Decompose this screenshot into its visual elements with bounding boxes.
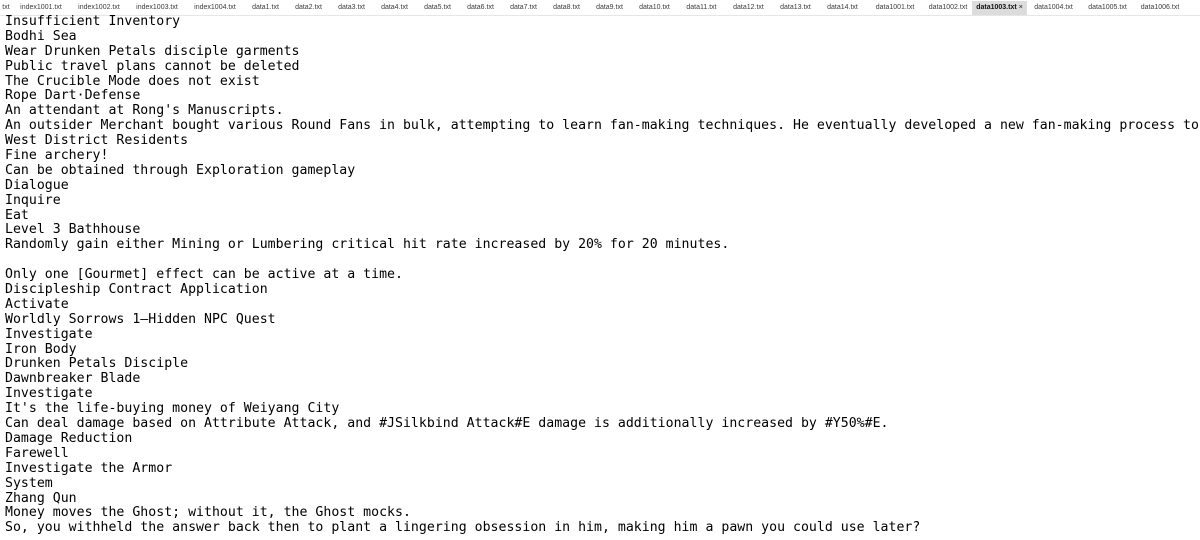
tab-label: data1004.txt xyxy=(1034,4,1073,11)
tab-data9-txt[interactable]: data9.txt xyxy=(588,1,631,15)
text-line: An attendant at Rong's Manuscripts. xyxy=(5,103,284,119)
tab-label: data8.txt xyxy=(553,4,580,11)
tab-data4-txt[interactable]: data4.txt xyxy=(373,1,416,15)
close-icon[interactable]: × xyxy=(1019,4,1023,11)
tab-data2-txt[interactable]: data2.txt xyxy=(287,1,330,15)
tab-label: index1004.txt xyxy=(194,4,236,11)
text-line: Iron Body xyxy=(5,341,77,357)
tab-data5-txt[interactable]: data5.txt xyxy=(416,1,459,15)
tab-label: index1003.txt xyxy=(136,4,178,11)
tab-label: data9.txt xyxy=(596,4,623,11)
text-line: Farewell xyxy=(5,445,69,461)
text-line: Dawnbreaker Blade xyxy=(5,371,141,387)
text-line: Damage Reduction xyxy=(5,430,133,446)
tab-data1-txt[interactable]: data1.txt xyxy=(244,1,287,15)
text-line: Insufficient Inventory xyxy=(5,15,181,29)
tab-data1003-txt[interactable]: data1003.txt × xyxy=(972,1,1027,15)
tab-txt[interactable]: txt xyxy=(0,1,12,15)
tab-data1004-txt[interactable]: data1004.txt xyxy=(1027,1,1080,15)
text-line: Inquire xyxy=(5,192,61,208)
tab-label: data1003.txt xyxy=(976,4,1017,11)
text-line: Discipleship Contract Application xyxy=(5,282,268,298)
text-line: Randomly gain either Mining or Lumbering… xyxy=(5,237,730,253)
text-line: System xyxy=(5,475,53,491)
text-line: Drunken Petals Disciple xyxy=(5,356,189,372)
tab-index1001-txt[interactable]: index1001.txt xyxy=(12,1,70,15)
text-line: Fine archery! xyxy=(5,148,109,164)
text-line: Dialogue xyxy=(5,177,69,193)
tab-index1003-txt[interactable]: index1003.txt xyxy=(128,1,186,15)
tab-label: data6.txt xyxy=(467,4,494,11)
tab-label: data7.txt xyxy=(510,4,537,11)
text-line: Activate xyxy=(5,296,69,312)
tab-label: data4.txt xyxy=(381,4,408,11)
text-line: Zhang Qun xyxy=(5,490,77,506)
tab-label: txt xyxy=(2,4,10,11)
tab-data10-txt[interactable]: data10.txt xyxy=(631,1,678,15)
tab-index1002-txt[interactable]: index1002.txt xyxy=(70,1,128,15)
text-line: Worldly Sorrows 1—Hidden NPC Quest xyxy=(5,311,276,327)
tab-data8-txt[interactable]: data8.txt xyxy=(545,1,588,15)
text-line: Only one [Gourmet] effect can be active … xyxy=(5,267,403,283)
text-line: Public travel plans cannot be deleted xyxy=(5,58,300,74)
tab-data13-txt[interactable]: data13.txt xyxy=(772,1,819,15)
tab-label: data14.txt xyxy=(827,4,858,11)
tab-data1001-txt[interactable]: data1001.txt xyxy=(866,1,924,15)
text-line: An outsider Merchant bought various Roun… xyxy=(5,118,1200,134)
tab-bar: txt index1001.txt index1002.txt index1003.t… xyxy=(0,0,1200,16)
tab-data1002-txt[interactable]: data1002.txt xyxy=(924,1,972,15)
tab-data1005-txt[interactable]: data1005.txt xyxy=(1080,1,1135,15)
tab-label: data12.txt xyxy=(733,4,764,11)
text-line: Investigate xyxy=(5,386,93,402)
tab-data3-txt[interactable]: data3.txt xyxy=(330,1,373,15)
tab-label: data10.txt xyxy=(639,4,670,11)
tab-label: data1005.txt xyxy=(1088,4,1127,11)
text-line: West District Residents xyxy=(5,133,189,149)
tab-label: data2.txt xyxy=(295,4,322,11)
tab-label: data11.txt xyxy=(686,4,717,11)
text-line: Level 3 Bathhouse xyxy=(5,222,141,238)
text-line: Investigate xyxy=(5,326,93,342)
tab-data12-txt[interactable]: data12.txt xyxy=(725,1,772,15)
text-line: Rope Dart·Defense xyxy=(5,88,141,104)
text-line: Can deal damage based on Attribute Attac… xyxy=(5,416,889,432)
text-line: The Crucible Mode does not exist xyxy=(5,73,260,89)
text-line: Bodhi Sea xyxy=(5,28,77,44)
tab-label: data5.txt xyxy=(424,4,451,11)
text-line: It's the life-buying money of Weiyang Ci… xyxy=(5,401,340,417)
text-line: Wear Drunken Petals disciple garments xyxy=(5,43,300,59)
tab-label: index1001.txt xyxy=(20,4,62,11)
tab-label: data1.txt xyxy=(252,4,279,11)
tab-label: data13.txt xyxy=(780,4,811,11)
tab-index1004-txt[interactable]: index1004.txt xyxy=(186,1,244,15)
text-editor[interactable]: Insufficient Inventory Bodhi Sea Wear Drun… xyxy=(0,15,1200,540)
tab-data1006-txt[interactable]: data1006.txt xyxy=(1135,1,1185,15)
tab-label: data1002.txt xyxy=(928,4,968,11)
tab-label: index1002.txt xyxy=(78,4,120,11)
tab-data11-txt[interactable]: data11.txt xyxy=(678,1,725,15)
text-line: Eat xyxy=(5,207,29,223)
text-line xyxy=(0,253,1200,268)
tab-label: data1006.txt xyxy=(1140,4,1180,11)
tab-data7-txt[interactable]: data7.txt xyxy=(502,1,545,15)
tab-label: data1001.txt xyxy=(875,4,915,11)
text-line: Investigate the Armor xyxy=(5,460,173,476)
tab-data6-txt[interactable]: data6.txt xyxy=(459,1,502,15)
tab-data14-txt[interactable]: data14.txt xyxy=(819,1,866,15)
text-line: Can be obtained through Exploration game… xyxy=(5,162,356,178)
text-line: So, you withheld the answer back then to… xyxy=(5,520,921,536)
text-line: Money moves the Ghost; without it, the G… xyxy=(5,505,411,521)
tab-label: data3.txt xyxy=(338,4,365,11)
